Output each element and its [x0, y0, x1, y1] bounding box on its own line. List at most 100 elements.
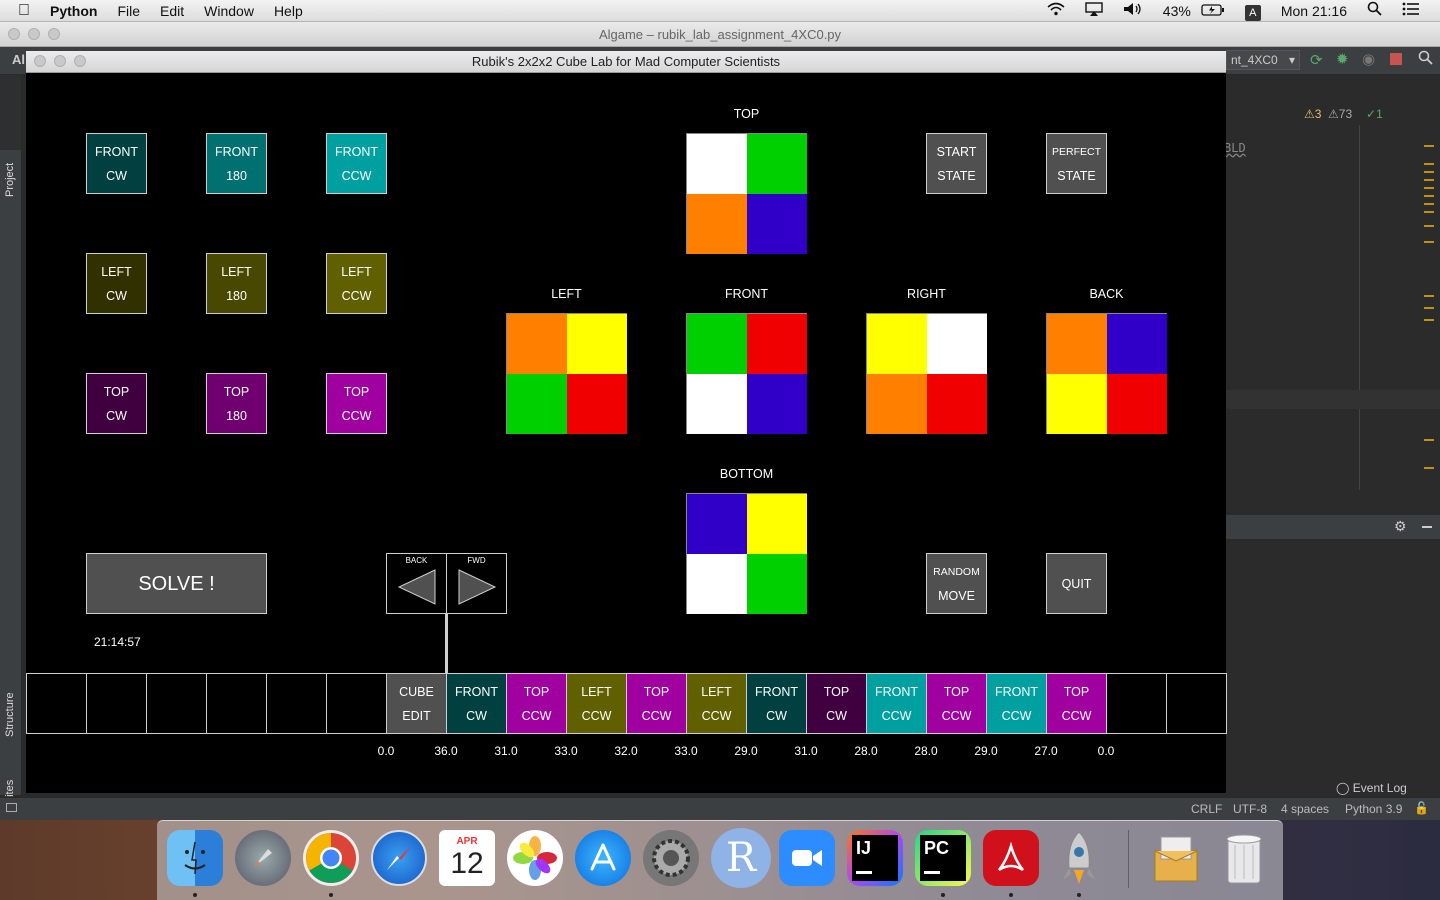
sticker[interactable]	[747, 194, 807, 254]
front-cw-button[interactable]: FRONT CW	[86, 133, 147, 194]
timeline-cell[interactable]: TOP CCW	[506, 673, 567, 734]
back-face[interactable]	[1046, 313, 1167, 434]
timeline-cell[interactable]: CUBE EDIT	[386, 673, 447, 734]
input-source-icon[interactable]: A	[1235, 0, 1271, 22]
launchpad-icon[interactable]	[235, 830, 291, 886]
sticker[interactable]	[687, 134, 747, 194]
notification-center-icon[interactable]	[1392, 0, 1440, 22]
sticker[interactable]	[747, 314, 807, 374]
sticker[interactable]	[687, 554, 747, 614]
photos-icon[interactable]	[507, 830, 563, 886]
intellij-icon[interactable]: IJ	[847, 830, 903, 886]
sticker[interactable]	[747, 554, 807, 614]
toggle-tool-windows-icon[interactable]	[6, 803, 17, 812]
timeline-cell[interactable]: TOP CCW	[926, 673, 987, 734]
apple-menu-icon[interactable]: 	[0, 0, 40, 22]
sticker[interactable]	[927, 314, 987, 374]
sticker[interactable]	[567, 374, 627, 434]
sticker[interactable]	[687, 494, 747, 554]
top-ccw-button[interactable]: TOP CCW	[326, 373, 387, 434]
top-180-button[interactable]: TOP 180	[206, 373, 267, 434]
sticker[interactable]	[1047, 314, 1107, 374]
structure-tab[interactable]: Structure	[4, 692, 16, 737]
warning-count[interactable]: ⚠3	[1304, 107, 1321, 121]
zoom-icon[interactable]	[779, 830, 835, 886]
front-ccw-button[interactable]: FRONT CCW	[326, 133, 387, 194]
sticker[interactable]	[747, 494, 807, 554]
random-move-button[interactable]: RANDOM MOVE	[926, 553, 987, 614]
timeline-cell[interactable]: LEFT CCW	[566, 673, 627, 734]
sticker[interactable]	[747, 374, 807, 434]
timeline-cell[interactable]: TOP CCW	[1046, 673, 1107, 734]
sticker[interactable]	[567, 314, 627, 374]
pycharm-icon[interactable]: PC	[915, 830, 971, 886]
top-face[interactable]	[686, 133, 807, 254]
acrobat-icon[interactable]	[983, 830, 1039, 886]
timeline-cell[interactable]	[206, 673, 267, 734]
sticker[interactable]	[687, 314, 747, 374]
calendar-icon[interactable]: APR 12	[439, 830, 495, 886]
wifi-icon[interactable]	[1037, 0, 1075, 22]
bottom-face[interactable]	[686, 493, 807, 614]
ide-editor-area[interactable]: ⚠3 ⚠73 ✓1 BLD	[1224, 75, 1440, 515]
line-separator[interactable]: CRLF	[1191, 802, 1222, 816]
timeline-cell[interactable]	[146, 673, 207, 734]
sticker[interactable]	[927, 374, 987, 434]
timeline-cell[interactable]	[326, 673, 387, 734]
stop-icon[interactable]	[1390, 53, 1402, 65]
sticker[interactable]	[1107, 374, 1167, 434]
game-zoom-button[interactable]	[74, 55, 86, 67]
file-encoding[interactable]: UTF-8	[1233, 802, 1267, 816]
airplay-icon[interactable]	[1075, 0, 1113, 22]
timeline-cell[interactable]	[86, 673, 147, 734]
interpreter-setting[interactable]: Python 3.9	[1345, 802, 1402, 816]
minimize-panel-icon[interactable]	[1422, 526, 1432, 528]
sticker[interactable]	[687, 194, 747, 254]
menu-clock[interactable]: Mon 21:16	[1271, 0, 1357, 22]
debug-icon[interactable]: ✹	[1336, 50, 1349, 68]
ok-count[interactable]: ✓1	[1366, 107, 1383, 121]
ide-close-button[interactable]	[8, 28, 20, 40]
left-ccw-button[interactable]: LEFT CCW	[326, 253, 387, 314]
rerun-icon[interactable]: ⟳	[1310, 51, 1323, 69]
system-preferences-icon[interactable]	[643, 830, 699, 886]
project-tab[interactable]: Project	[4, 163, 16, 197]
timeline-cell[interactable]	[26, 673, 87, 734]
ide-minimize-button[interactable]	[28, 28, 40, 40]
menu-help[interactable]: Help	[264, 0, 313, 22]
left-face[interactable]	[506, 313, 627, 434]
chrome-icon[interactable]	[303, 830, 359, 886]
lock-icon[interactable]: 🔓	[1414, 801, 1429, 815]
sticker[interactable]	[507, 374, 567, 434]
timeline-cell[interactable]: FRONT CW	[746, 673, 807, 734]
python-launcher-icon[interactable]	[1051, 830, 1107, 886]
right-face[interactable]	[866, 313, 987, 434]
menu-window[interactable]: Window	[194, 0, 264, 22]
timeline-cell[interactable]	[1106, 673, 1167, 734]
timeline-cursor[interactable]	[445, 614, 448, 675]
sticker[interactable]	[867, 314, 927, 374]
trash-icon[interactable]	[1216, 830, 1272, 886]
run-config-select[interactable]: nt_4XC0 ▾	[1226, 50, 1300, 70]
left-cw-button[interactable]: LEFT CW	[86, 253, 147, 314]
settings-gear-icon[interactable]: ⚙	[1394, 518, 1407, 535]
solve-button[interactable]: SOLVE !	[86, 553, 267, 614]
menu-app-name[interactable]: Python	[40, 0, 107, 22]
error-stripe[interactable]	[1424, 145, 1434, 475]
front-180-button[interactable]: FRONT 180	[206, 133, 267, 194]
back-button[interactable]: BACK	[386, 553, 447, 614]
timeline-cell[interactable]	[1166, 673, 1227, 734]
quit-button[interactable]: QUIT	[1046, 553, 1107, 614]
timeline-cell[interactable]: LEFT CCW	[686, 673, 747, 734]
game-close-button[interactable]	[34, 55, 46, 67]
menu-edit[interactable]: Edit	[150, 0, 194, 22]
battery-percent[interactable]: 43%	[1153, 0, 1191, 22]
sticker[interactable]	[747, 134, 807, 194]
perfect-state-button[interactable]: PERFECT STATE	[1046, 133, 1107, 194]
forward-button[interactable]: FWD	[446, 553, 507, 614]
spotlight-icon[interactable]	[1357, 0, 1392, 22]
r-app-icon[interactable]: R	[711, 828, 771, 888]
indent-setting[interactable]: 4 spaces	[1281, 802, 1329, 816]
timeline-cell[interactable]: FRONT CW	[446, 673, 507, 734]
timeline-cell[interactable]: TOP CCW	[626, 673, 687, 734]
